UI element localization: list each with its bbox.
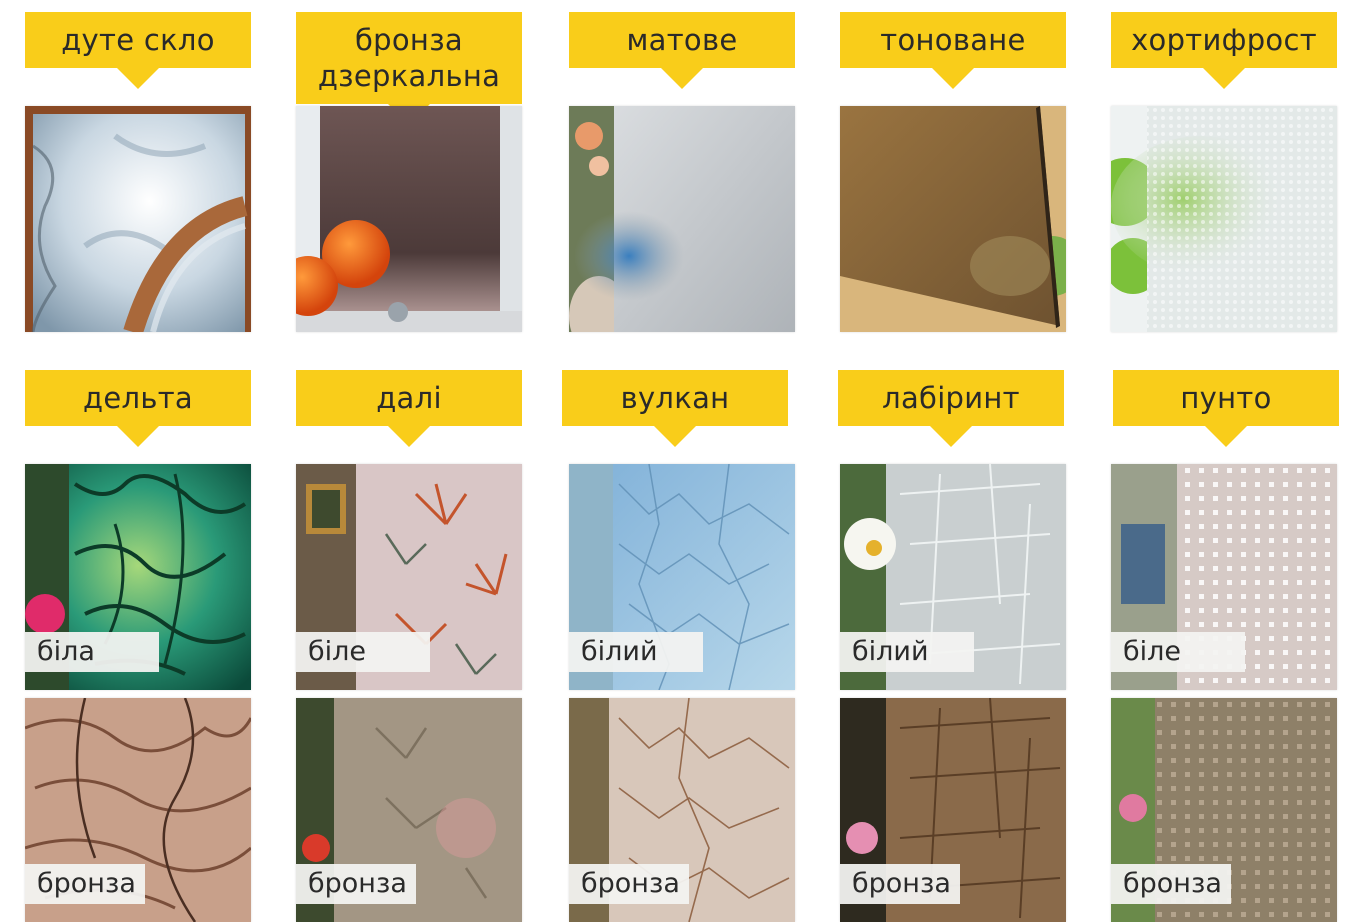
- glass-label: бронза дзеркальна: [296, 12, 522, 125]
- swatch-image: [296, 106, 522, 332]
- glass-swatch-punto-bronze: бронза: [1111, 698, 1337, 922]
- glass-swatch-dali-bronze: бронза: [296, 698, 522, 922]
- glass-label: лабіринт: [838, 370, 1064, 447]
- glass-label: далі: [296, 370, 522, 447]
- glass-swatch-labyrinth-bronze: бронза: [840, 698, 1066, 922]
- label-pointer: [653, 425, 697, 447]
- glass-label: матове: [569, 12, 795, 89]
- label-pointer: [116, 67, 160, 89]
- glass-label-text: матове: [626, 23, 738, 57]
- glass-label-line2: дзеркальна: [317, 59, 501, 93]
- variant-tag-bronze: бронза: [569, 864, 689, 904]
- glass-label: дельта: [25, 370, 251, 447]
- glass-label-text: лабіринт: [882, 381, 1020, 415]
- label-pointer: [660, 67, 704, 89]
- glass-swatch-vulkan-white: білий: [569, 464, 795, 690]
- label-pointer: [1204, 425, 1248, 447]
- variant-tag-bronze: бронза: [1111, 864, 1231, 904]
- label-pointer: [1202, 67, 1246, 89]
- variant-tag-white: біле: [296, 632, 430, 672]
- glass-label-text: дуте скло: [61, 23, 215, 57]
- glass-label: вулкан: [562, 370, 788, 447]
- variant-tag-bronze: бронза: [296, 864, 416, 904]
- glass-swatch-tinted: [840, 106, 1066, 332]
- swatch-image: [569, 106, 795, 332]
- glass-label-text: хортифрост: [1131, 23, 1317, 57]
- glass-swatch-vulkan-bronze: бронза: [569, 698, 795, 922]
- variant-tag-white: білий: [840, 632, 974, 672]
- glass-label-text: пунто: [1180, 381, 1272, 415]
- label-pointer: [931, 67, 975, 89]
- glass-swatch-punto-white: біле: [1111, 464, 1337, 690]
- swatch-image: [25, 106, 251, 332]
- swatch-image: [840, 106, 1066, 332]
- variant-tag-bronze: бронза: [25, 864, 145, 904]
- variant-tag-white: біла: [25, 632, 159, 672]
- glass-swatch-bronze-mirror: [296, 106, 522, 332]
- glass-label-text: тоноване: [880, 23, 1026, 57]
- label-pointer: [116, 425, 160, 447]
- glass-label: пунто: [1113, 370, 1339, 447]
- glass-swatch-blown: [25, 106, 251, 332]
- label-pointer: [929, 425, 973, 447]
- glass-swatch-delta-bronze: бронза: [25, 698, 251, 922]
- glass-swatch-hortifrost: [1111, 106, 1337, 332]
- glass-label-text: далі: [376, 381, 442, 415]
- glass-label-line1: бронза: [355, 23, 463, 57]
- glass-swatch-dali-white: біле: [296, 464, 522, 690]
- variant-tag-bronze: бронза: [840, 864, 960, 904]
- variant-tag-white: біле: [1111, 632, 1245, 672]
- swatch-image: [1111, 106, 1337, 332]
- glass-label-text: дельта: [83, 381, 193, 415]
- glass-label: тоноване: [840, 12, 1066, 89]
- label-pointer: [387, 425, 431, 447]
- glass-label: хортифрост: [1111, 12, 1337, 89]
- glass-swatch-matte: [569, 106, 795, 332]
- glass-swatch-labyrinth-white: білий: [840, 464, 1066, 690]
- variant-tag-white: білий: [569, 632, 703, 672]
- glass-swatch-delta-white: біла: [25, 464, 251, 690]
- glass-label-text: вулкан: [620, 381, 730, 415]
- glass-label: дуте скло: [25, 12, 251, 89]
